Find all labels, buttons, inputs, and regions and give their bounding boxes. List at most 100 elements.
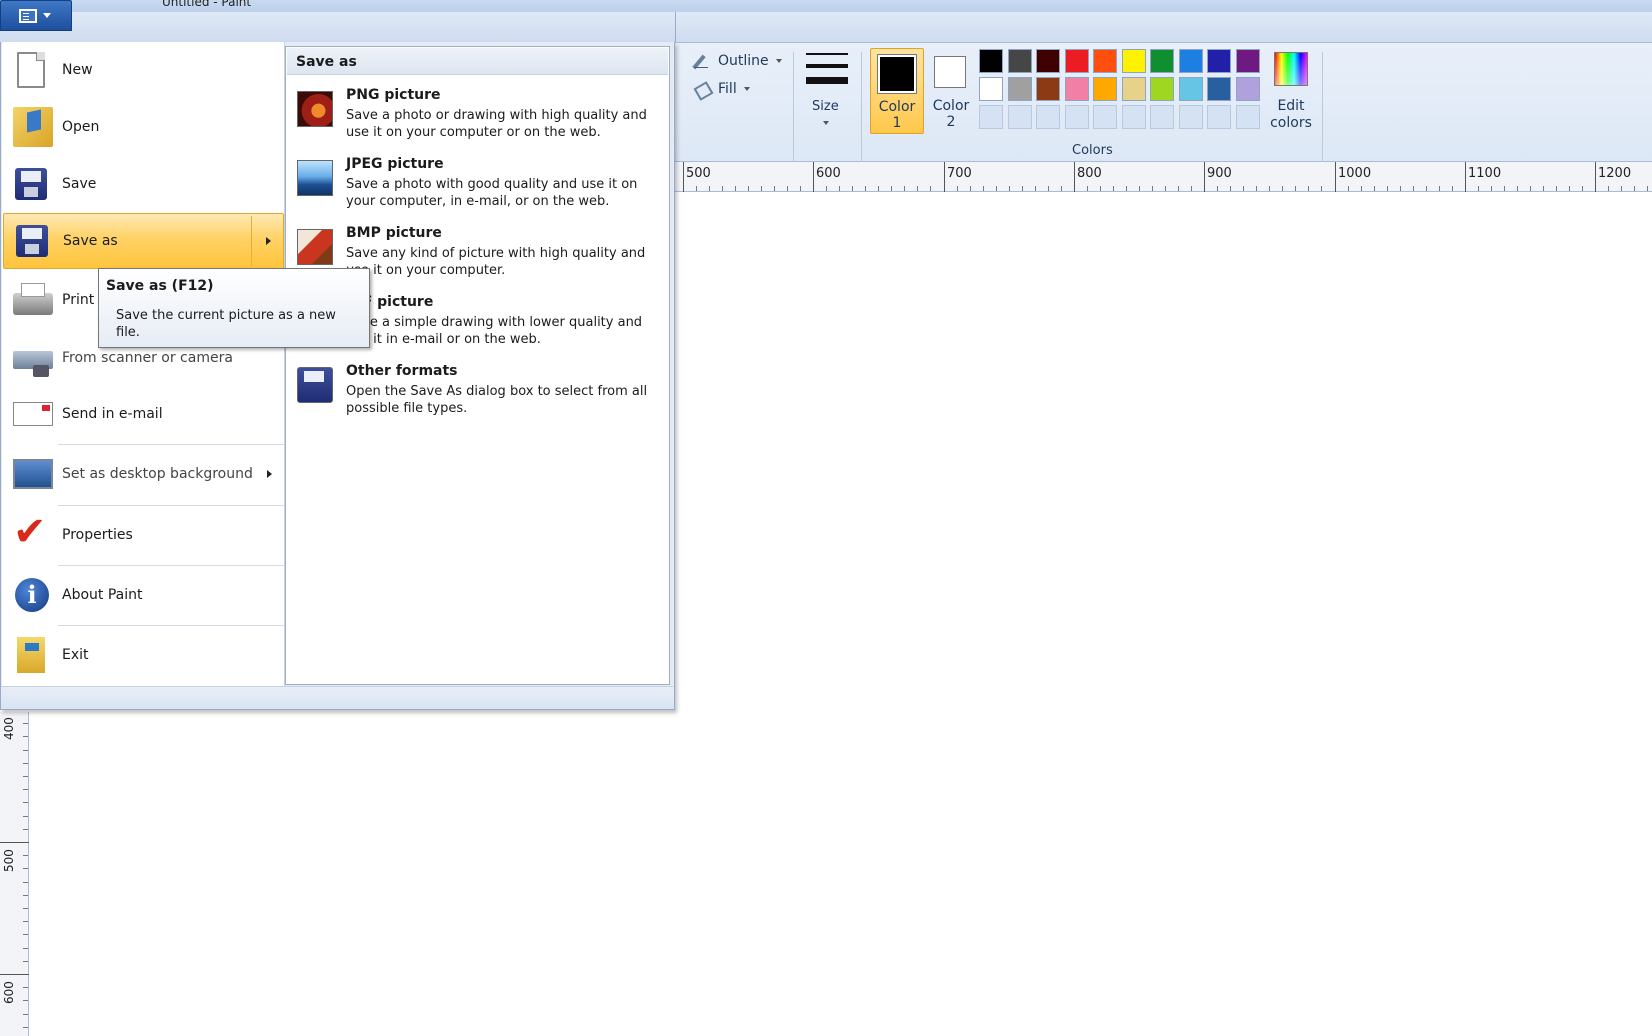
palette-swatch-empty[interactable] <box>1207 105 1231 129</box>
palette-swatch[interactable] <box>1207 49 1231 73</box>
horizontal-ruler: 500 600 700 800 900 1000 1100 1200 <box>673 162 1652 192</box>
ruler-minor-tick <box>1217 186 1218 191</box>
ruler-major-tick <box>944 162 945 192</box>
palette-swatch[interactable] <box>1236 49 1260 73</box>
ruler-minor-tick <box>735 186 736 191</box>
palette-swatch[interactable] <box>1036 49 1060 73</box>
palette-swatch[interactable] <box>1093 77 1117 101</box>
palette-swatch-empty[interactable] <box>1036 105 1060 129</box>
ruler-minor-tick <box>23 789 28 790</box>
ruler-minor-tick <box>1178 186 1179 191</box>
colors-group-label: Colors <box>1072 143 1113 158</box>
ruler-minor-tick <box>23 961 28 962</box>
outline-label: Outline <box>718 53 769 69</box>
palette-swatch-empty[interactable] <box>1008 105 1032 129</box>
ruler-minor-tick <box>1348 186 1349 191</box>
menu-item-new[interactable]: New <box>3 42 284 98</box>
ruler-label: 900 <box>1207 166 1232 181</box>
menu-item-label: From scanner or camera <box>62 350 233 366</box>
color2-button[interactable]: Color 2 <box>928 48 974 134</box>
palette-swatch[interactable] <box>1065 77 1089 101</box>
ruler-minor-tick <box>1243 186 1244 191</box>
menu-item-properties[interactable]: Properties <box>3 507 284 563</box>
ruler-minor-tick <box>1387 186 1388 191</box>
menu-item-desktop-background[interactable]: Set as desktop background <box>3 446 284 502</box>
palette-swatch[interactable] <box>1179 77 1203 101</box>
palette-swatch[interactable] <box>1122 49 1146 73</box>
ruler-minor-tick <box>23 802 28 803</box>
palette-swatch-empty[interactable] <box>1179 105 1203 129</box>
menu-item-send-email[interactable]: Send in e-mail <box>3 386 284 442</box>
ruler-minor-tick <box>1035 186 1036 191</box>
size-button[interactable] <box>800 50 856 130</box>
menu-item-open[interactable]: Open <box>3 99 284 155</box>
ruler-minor-tick <box>23 908 28 909</box>
ruler-minor-tick <box>23 776 28 777</box>
palette-swatch[interactable] <box>1008 49 1032 73</box>
menu-divider <box>58 444 284 445</box>
ruler-minor-tick <box>1452 186 1453 191</box>
ruler-minor-tick <box>1061 186 1062 191</box>
submenu-arrow-icon[interactable] <box>266 237 271 245</box>
ruler-minor-tick <box>1191 186 1192 191</box>
ruler-major-tick <box>683 162 684 192</box>
ruler-minor-tick <box>23 763 28 764</box>
palette-swatch-empty[interactable] <box>1150 105 1174 129</box>
ruler-minor-tick <box>787 186 788 191</box>
ruler-minor-tick <box>865 186 866 191</box>
printer-icon <box>13 283 53 315</box>
ruler-label: 400 <box>2 717 16 740</box>
palette-swatch[interactable] <box>1122 77 1146 101</box>
palette-swatch-empty[interactable] <box>979 105 1003 129</box>
palette-swatch-empty[interactable] <box>1065 105 1089 129</box>
palette-swatch[interactable] <box>1008 77 1032 101</box>
palette-swatch[interactable] <box>1207 77 1231 101</box>
color1-button[interactable]: Color 1 <box>870 48 924 134</box>
ruler-minor-tick <box>1569 186 1570 191</box>
exit-door-icon <box>17 637 45 673</box>
menu-item-save-as[interactable]: Save as <box>3 213 284 269</box>
outline-button[interactable]: Outline <box>693 50 782 72</box>
ruler-minor-tick <box>1282 186 1283 191</box>
palette-swatch[interactable] <box>1093 49 1117 73</box>
ruler-minor-tick <box>1517 186 1518 191</box>
menu-top-strip <box>1 12 676 42</box>
palette-swatch-empty[interactable] <box>1093 105 1117 129</box>
menu-icon <box>19 9 37 23</box>
submenu-item-title: PNG picture <box>346 87 441 103</box>
edit-colors-button[interactable]: Edit colors <box>1268 50 1314 134</box>
palette-swatch[interactable] <box>1065 49 1089 73</box>
paint-menu-button[interactable] <box>0 0 72 31</box>
color-palette <box>979 49 1265 133</box>
save-as-png[interactable]: PNG picture Save a photo or drawing with… <box>287 83 668 149</box>
palette-swatch[interactable] <box>1236 77 1260 101</box>
caret-down-icon <box>775 59 782 63</box>
ruler-minor-tick <box>1009 186 1010 191</box>
menu-item-save[interactable]: Save <box>3 156 284 212</box>
palette-swatch[interactable] <box>1150 77 1174 101</box>
ruler-minor-tick <box>904 186 905 191</box>
save-as-jpeg[interactable]: JPEG picture Save a photo with good qual… <box>287 152 668 218</box>
ribbon-separator <box>793 52 794 162</box>
palette-swatch[interactable] <box>1179 49 1203 73</box>
palette-swatch[interactable] <box>1150 49 1174 73</box>
menu-item-about[interactable]: About Paint <box>3 567 284 623</box>
email-icon <box>13 402 53 426</box>
menu-item-label: Print <box>62 292 95 308</box>
palette-swatch[interactable] <box>1036 77 1060 101</box>
palette-swatch-empty[interactable] <box>1236 105 1260 129</box>
save-as-other-formats[interactable]: Other formats Open the Save As dialog bo… <box>287 359 668 425</box>
submenu-item-title: BMP picture <box>346 225 442 241</box>
save-as-icon <box>297 367 333 403</box>
menu-item-exit[interactable]: Exit <box>3 627 284 683</box>
palette-swatch[interactable] <box>979 49 1003 73</box>
size-label: Size <box>812 99 839 114</box>
palette-swatch[interactable] <box>979 77 1003 101</box>
ruler-minor-tick <box>1321 186 1322 191</box>
ruler-minor-tick <box>1361 186 1362 191</box>
fill-button[interactable]: Fill <box>693 78 750 100</box>
save-disk-icon <box>15 168 47 200</box>
palette-swatch-empty[interactable] <box>1122 105 1146 129</box>
submenu-item-desc: Save a photo or drawing with high qualit… <box>346 108 647 140</box>
submenu-item-title: JPEG picture <box>346 156 444 172</box>
